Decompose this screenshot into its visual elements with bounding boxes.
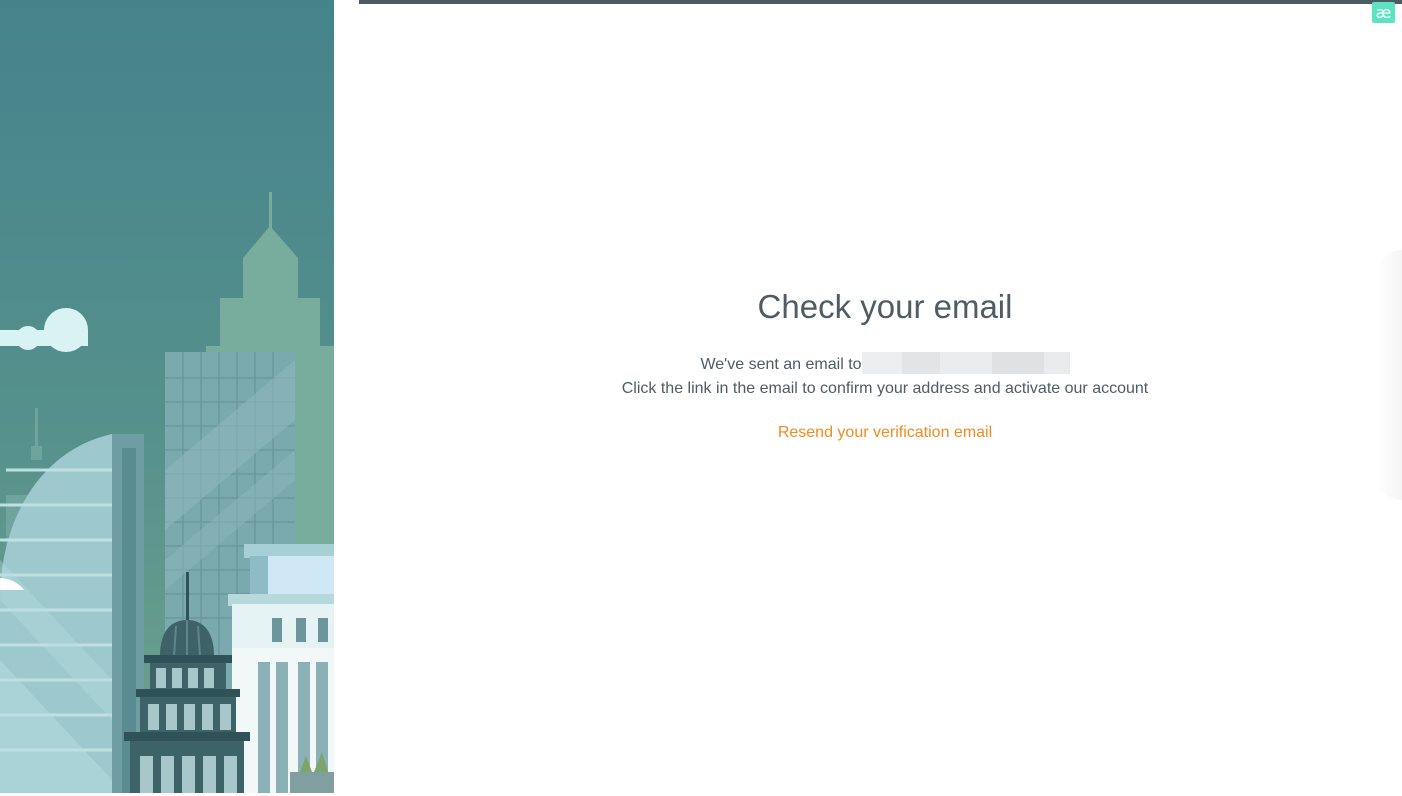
verify-email-page: æ Check your email We've sent an email t… xyxy=(0,0,1402,796)
brand-logo-icon: æ xyxy=(1372,2,1395,23)
page-title: Check your email xyxy=(757,288,1013,325)
redacted-email-address xyxy=(861,352,1070,374)
top-progress-bar xyxy=(359,0,1402,4)
confirm-instructions: Click the link in the email to confirm y… xyxy=(621,380,1149,397)
verification-message: Check your email We've sent an email to … xyxy=(359,285,1402,442)
email-sent-line: We've sent an email to xyxy=(359,352,1402,377)
resend-verification-link[interactable]: Resend your verification email xyxy=(778,424,992,442)
city-skyline-illustration xyxy=(0,0,334,793)
email-sent-text: We've sent an email to xyxy=(700,356,862,373)
city-illustration-panel xyxy=(0,0,334,793)
